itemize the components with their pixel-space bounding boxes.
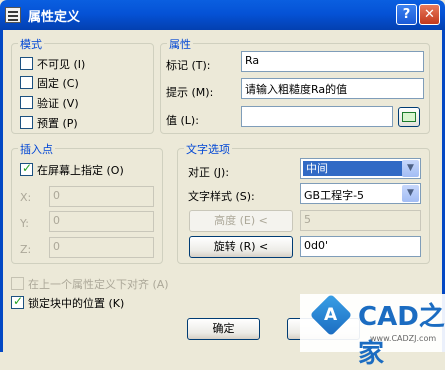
constant-label: 固定 (C) [37,77,79,90]
x-label: X: [20,191,32,204]
invisible-checkbox[interactable] [20,57,33,70]
field-icon [402,112,416,122]
rotation-button[interactable]: 旋转 (R) < [189,236,293,258]
lock-position-checkbox[interactable] [11,294,24,309]
attribute-legend: 属性 [167,36,193,52]
verify-label: 验证 (V) [37,97,79,110]
specify-onscreen-checkbox[interactable] [20,161,33,176]
watermark: A CAD之家 www.CADZJ.com [300,293,445,369]
align-below-checkbox[interactable] [11,277,24,290]
watermark-logo-letter: A [324,305,338,325]
preset-label: 预置 (P) [37,117,78,130]
height-button[interactable]: 高度 (E) < [189,210,293,232]
y-label: Y: [20,217,29,230]
constant-checkbox[interactable] [20,76,33,89]
lock-position-label: 锁定块中的位置 (K) [28,297,125,310]
height-input[interactable]: 5 [300,210,421,231]
preset-checkbox[interactable] [20,116,33,129]
value-label: 值 (L): [166,114,199,127]
invisible-label: 不可见 (I) [37,58,86,71]
align-below-label: 在上一个属性定义下对齐 (A) [28,278,169,291]
text-style-label: 文字样式 (S): [188,190,255,203]
justify-select[interactable]: 中间 ▼ [300,158,421,179]
chevron-down-icon: ▼ [402,160,419,177]
insert-field-button[interactable] [398,107,420,127]
window-title: 属性定义 [28,10,81,25]
ok-button[interactable]: 确定 [187,318,260,340]
justify-label: 对正 (J): [188,166,230,179]
z-input[interactable]: 0 [49,237,154,258]
z-label: Z: [20,243,32,256]
prompt-label: 提示 (M): [166,86,214,99]
text-style-select[interactable]: GB工程字-5 ▼ [300,183,421,204]
chevron-down-icon: ▼ [402,185,419,202]
specify-onscreen-label: 在屏幕上指定 (O) [37,164,124,177]
insertion-legend: 插入点 [18,141,55,157]
tag-input[interactable]: Ra [241,51,424,72]
y-input[interactable]: 0 [49,211,154,232]
value-input[interactable] [241,106,393,127]
x-input[interactable]: 0 [49,186,154,207]
app-icon [5,7,21,23]
text-style-value: GB工程字-5 [304,189,365,202]
justify-value: 中间 [303,161,404,176]
watermark-url: www.CADZJ.com [370,334,437,343]
text-options-legend: 文字选项 [184,141,232,157]
tag-label: 标记 (T): [166,59,211,72]
title-bar: 属性定义 ? ✕ [0,0,445,30]
verify-checkbox[interactable] [20,96,33,109]
watermark-text: CAD之家 [358,302,445,369]
mode-legend: 模式 [18,36,44,52]
rotation-input[interactable]: 0d0' [300,236,421,257]
prompt-input[interactable]: 请输入粗糙度Ra的值 [241,78,424,99]
close-button[interactable]: ✕ [419,4,440,25]
help-button[interactable]: ? [396,4,417,25]
